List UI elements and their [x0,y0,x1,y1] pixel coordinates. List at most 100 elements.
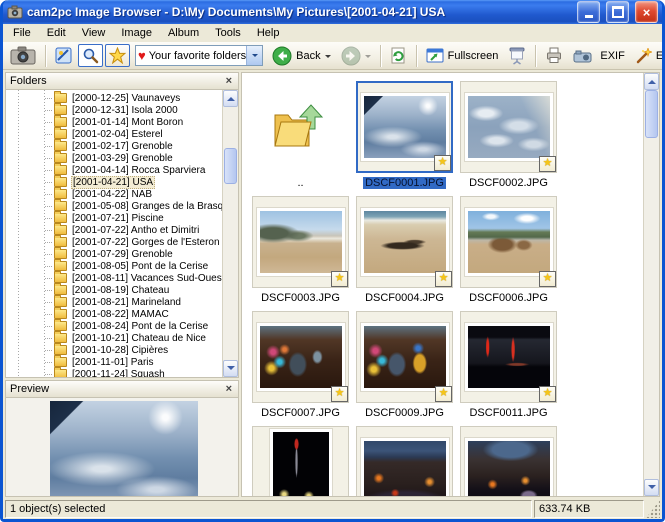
tree-item-selected[interactable]: [2001-04-21] USA [6,176,238,188]
thumbnail-item[interactable] [252,426,349,496]
main-area: Folders × [2000-12-25] Vaunaveys [2000-1… [3,70,662,499]
thumbnail-cell[interactable] [460,311,557,403]
thumbnail-item[interactable]: DSCF0003.JPG [252,196,349,305]
thumbnail-cell[interactable] [356,196,453,288]
folders-panel-close-icon[interactable]: × [224,76,234,87]
thumbnail-cell[interactable] [252,196,349,288]
tree-item[interactable]: [2001-10-21] Chateau de Nice [6,332,238,344]
thumbnail-cell[interactable] [460,196,557,288]
folders-scrollbar[interactable] [222,90,238,377]
thumbnail-cell[interactable] [252,426,349,496]
tree-item[interactable]: [2001-07-21] Piscine [6,212,238,224]
image-adjust-button[interactable] [51,44,76,67]
menu-view[interactable]: View [74,25,114,41]
minimize-button[interactable] [577,1,600,23]
folder-icon [54,333,67,343]
thumbnail-item[interactable] [356,426,453,496]
menu-help[interactable]: Help [249,25,288,41]
thumbnail-item[interactable]: DSCF0009.JPG [356,311,453,420]
browse-mode-toggle[interactable] [78,44,103,67]
thumbnail-item[interactable] [460,426,557,496]
tree-item[interactable]: [2001-01-14] Mont Boron [6,116,238,128]
tree-item[interactable]: [2001-07-29] Grenoble [6,248,238,260]
thumbnail-item[interactable]: DSCF0001.JPG [356,81,453,190]
favorite-folders-combobox[interactable]: Your favorite folders [135,45,263,66]
menu-image[interactable]: Image [113,25,160,41]
folder-icon [54,201,67,211]
tree-item[interactable]: [2001-08-19] Chateau [6,284,238,296]
menu-tools[interactable]: Tools [207,25,249,41]
exif-button[interactable]: EXIF [569,45,628,67]
folder-up-icon [273,103,329,151]
tree-item[interactable]: [2000-12-25] Vaunaveys [6,92,238,104]
tree-item[interactable]: [2001-04-22] NAB [6,188,238,200]
tree-item[interactable]: [2001-10-28] Cipières [6,344,238,356]
favorites-toggle[interactable] [105,44,130,67]
menu-file[interactable]: File [5,25,39,41]
thumbnail-cell-selected[interactable] [356,81,453,173]
tree-item[interactable]: [2001-04-14] Rocca Sparviera [6,164,238,176]
refresh-icon [390,47,407,65]
thumbnail-item[interactable]: DSCF0004.JPG [356,196,453,305]
thumbnail-cell[interactable] [460,81,557,173]
tree-item[interactable]: [2001-02-04] Esterel [6,128,238,140]
tree-item[interactable]: [2001-08-21] Marineland [6,296,238,308]
thumbnail-photo [257,323,345,391]
tree-item[interactable]: [2001-08-24] Pont de la Cerise [6,320,238,332]
tree-item[interactable]: [2001-11-01] Paris [6,356,238,368]
maximize-button[interactable] [606,1,629,23]
tree-item[interactable]: [2001-07-22] Gorges de l'Esteron [6,236,238,248]
forward-button[interactable] [337,43,375,69]
parent-folder-cell[interactable] [252,81,349,173]
scroll-down-button[interactable] [223,360,238,377]
thumbnail-cell[interactable] [252,311,349,403]
thumbnail-photo [270,429,332,496]
preview-panel-close-icon[interactable]: × [224,384,234,395]
thumbnail-photo [361,438,449,496]
favorite-star-badge-icon [539,271,556,287]
scroll-up-button[interactable] [644,73,659,90]
scroll-down-button[interactable] [644,479,659,496]
favorite-star-badge-icon [539,156,556,172]
tree-item[interactable]: [2001-05-08] Granges de la Brasque [6,200,238,212]
thumbnail-cell[interactable] [460,426,557,496]
tree-item[interactable]: [2001-07-22] Antho et Dimitri [6,224,238,236]
folder-icon [54,177,67,187]
thumbnail-label: DSCF0009.JPG [356,406,453,420]
tree-item[interactable]: [2001-08-22] MAMAC [6,308,238,320]
enhance-button[interactable]: Enhance [631,45,662,67]
back-button[interactable]: Back [268,43,334,69]
thumbnail-item[interactable]: DSCF0006.JPG [460,196,557,305]
combobox-dropdown-button[interactable] [246,46,262,65]
thumbnail-cell[interactable] [356,426,453,496]
fullscreen-icon [426,48,444,64]
tree-item[interactable]: [2001-11-24] Squash [6,368,238,378]
tree-item[interactable]: [2001-08-11] Vacances Sud-Ouest [6,272,238,284]
close-button[interactable]: × [635,1,658,23]
menu-edit[interactable]: Edit [39,25,74,41]
tree-item[interactable]: [2000-12-31] Isola 2000 [6,104,238,116]
thumbnail-item[interactable]: DSCF0002.JPG [460,81,557,190]
fullscreen-button[interactable]: Fullscreen [422,45,503,67]
thumbnails-scrollbar[interactable] [643,73,659,496]
preview-image [50,401,198,497]
menu-album[interactable]: Album [160,25,207,41]
tree-item[interactable]: [2001-08-05] Pont de la Cerise [6,260,238,272]
thumbnail-item[interactable]: DSCF0011.JPG [460,311,557,420]
favorite-star-badge-icon [539,386,556,402]
scrollbar-thumb[interactable] [645,90,658,138]
tree-item[interactable]: [2001-03-29] Grenoble [6,152,238,164]
print-button[interactable] [541,44,567,67]
camera-download-button[interactable] [6,43,40,68]
thumbnail-cell[interactable] [356,311,453,403]
parent-folder-item[interactable]: .. [252,81,349,190]
tree-item[interactable]: [2001-02-17] Grenoble [6,140,238,152]
slideshow-button[interactable] [504,44,530,68]
scrollbar-thumb[interactable] [224,148,237,184]
resize-grip[interactable] [646,500,660,518]
app-window: cam2pc Image Browser - D:\My Documents\M… [0,0,665,522]
refresh-button[interactable] [386,44,411,68]
title-bar[interactable]: cam2pc Image Browser - D:\My Documents\M… [3,0,662,24]
thumbnail-item[interactable]: DSCF0007.JPG [252,311,349,420]
scroll-up-button[interactable] [223,90,238,107]
